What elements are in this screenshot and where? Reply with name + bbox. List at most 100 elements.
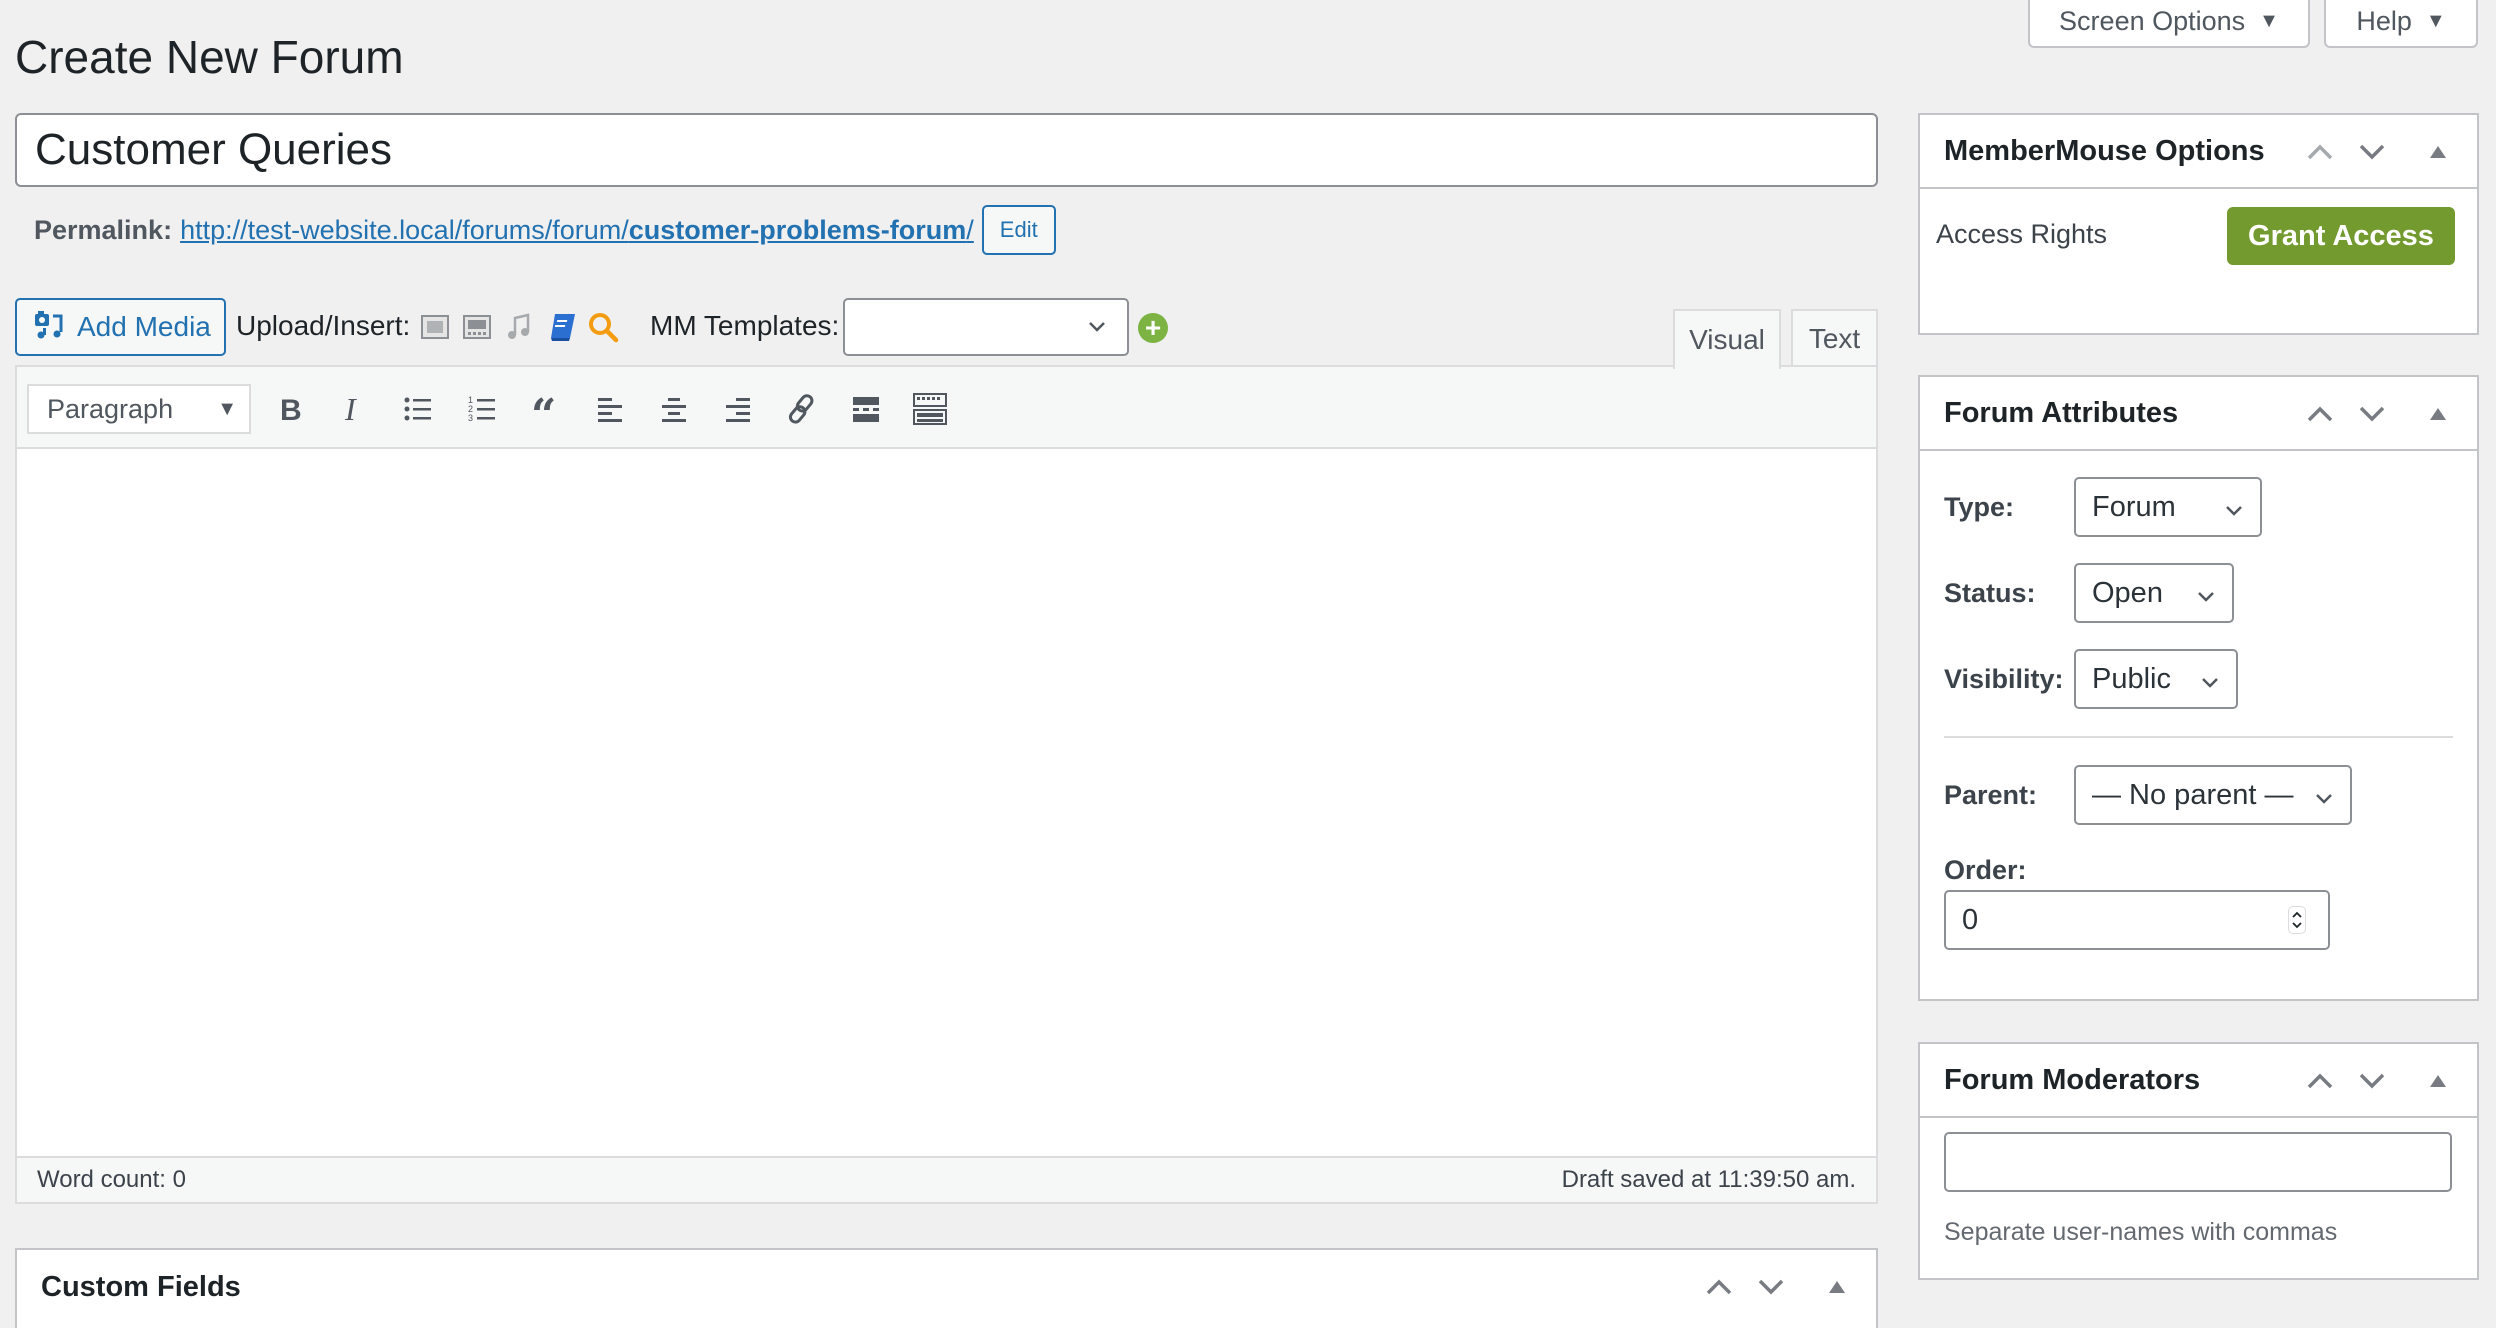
editor-content-area[interactable] (17, 451, 1876, 1156)
forum-moderators-postbox: Forum Moderators Separate user-names wit… (1918, 1042, 2479, 1280)
move-up-icon[interactable] (2303, 397, 2337, 431)
tab-visual[interactable]: Visual (1673, 309, 1781, 369)
status-select[interactable]: Open (2074, 563, 2234, 623)
chevron-down-icon (2312, 785, 2336, 818)
permalink-row: Permalink: http://test-website.local/for… (34, 205, 1056, 255)
permalink-base: http://test-website.local/forums/forum/ (180, 214, 629, 245)
caret-down-icon: ▼ (217, 398, 237, 420)
format-select-value: Paragraph (47, 393, 174, 424)
move-down-icon[interactable] (2355, 1064, 2389, 1098)
svg-text:“: “ (531, 396, 556, 422)
blockquote-icon[interactable]: “ (526, 389, 566, 429)
screen-options-button[interactable]: Screen Options ▼ (2028, 0, 2310, 48)
tab-text[interactable]: Text (1791, 309, 1878, 367)
attributes-divider (1944, 736, 2453, 738)
collapse-toggle-icon[interactable] (2421, 397, 2455, 431)
editor-status-bar: Word count: 0 Draft saved at 11:39:50 am… (17, 1156, 1876, 1202)
gallery-icon[interactable] (460, 310, 494, 344)
help-label: Help (2356, 5, 2412, 36)
access-rights-label: Access Rights (1936, 219, 2108, 249)
type-row: Type: Forum (1944, 477, 2262, 537)
align-right-icon[interactable] (718, 389, 758, 429)
search-icon[interactable] (586, 310, 620, 344)
add-media-label: Add Media (77, 311, 211, 342)
move-down-icon[interactable] (2355, 397, 2389, 431)
mm-templates-label: MM Templates: (650, 310, 840, 341)
move-down-icon[interactable] (1754, 1270, 1788, 1304)
add-template-icon[interactable]: + (1138, 313, 1168, 343)
move-up-icon[interactable] (1702, 1270, 1736, 1304)
upload-insert-label: Upload/Insert: (236, 310, 411, 341)
forum-attributes-postbox: Forum Attributes Type: Forum Status: Ope… (1918, 375, 2479, 1001)
moderators-input[interactable] (1944, 1132, 2452, 1192)
status-label: Status: (1944, 577, 2036, 608)
move-up-icon[interactable] (2303, 1064, 2337, 1098)
parent-select-value: — No parent — (2092, 778, 2294, 811)
membermouse-options-body: Access Rights Grant Access (1920, 189, 2477, 335)
read-more-icon[interactable] (846, 389, 886, 429)
visibility-row: Visibility: Public (1944, 649, 2238, 709)
word-count: Word count: 0 (37, 1166, 186, 1193)
add-media-button[interactable]: Add Media (15, 298, 226, 356)
order-label: Order: (1944, 855, 2027, 885)
book-icon[interactable] (546, 310, 580, 344)
collapse-toggle-icon[interactable] (2421, 1064, 2455, 1098)
audio-icon[interactable] (502, 310, 536, 344)
collapse-toggle-icon[interactable] (1820, 1270, 1854, 1304)
parent-label: Parent: (1944, 779, 2038, 810)
move-down-icon[interactable] (2355, 135, 2389, 169)
format-select[interactable]: Paragraph ▼ (27, 384, 251, 434)
visibility-select-value: Public (2092, 662, 2171, 695)
permalink-trailing: / (966, 214, 974, 245)
parent-select[interactable]: — No parent — (2074, 765, 2352, 825)
order-input[interactable]: 0 (1944, 890, 2330, 950)
membermouse-options-postbox: MemberMouse Options Access Rights Grant … (1918, 113, 2479, 335)
post-title-input[interactable]: Customer Queries (15, 113, 1878, 187)
svg-text:3: 3 (468, 413, 473, 423)
editor-toolbar: Paragraph ▼ B I 123 “ (17, 367, 1876, 449)
permalink-link[interactable]: http://test-website.local/forums/forum/c… (180, 215, 974, 246)
membermouse-options-title: MemberMouse Options (1944, 134, 2265, 167)
svg-text:B: B (280, 394, 302, 424)
image-icon[interactable] (418, 310, 452, 344)
help-button[interactable]: Help ▼ (2324, 0, 2478, 48)
page-title: Create New Forum (15, 31, 404, 83)
align-left-icon[interactable] (590, 389, 630, 429)
screen-options-label: Screen Options (2059, 5, 2246, 36)
number-spinner-icon[interactable] (2288, 906, 2306, 934)
link-icon[interactable] (782, 389, 822, 429)
italic-icon[interactable]: I (334, 389, 374, 429)
collapse-toggle-icon[interactable] (2421, 135, 2455, 169)
bulleted-list-icon[interactable] (398, 389, 438, 429)
custom-fields-postbox: Custom Fields (15, 1248, 1878, 1328)
chevron-down-icon (2222, 497, 2246, 530)
caret-down-icon: ▼ (2425, 9, 2446, 32)
permalink-label: Permalink: (34, 214, 173, 245)
moderators-help-text: Separate user-names with commas (1944, 1218, 2338, 1246)
visibility-select[interactable]: Public (2074, 649, 2238, 709)
edit-permalink-button[interactable]: Edit (981, 205, 1056, 255)
status-row: Status: Open (1944, 563, 2234, 623)
order-value: 0 (1962, 903, 1979, 936)
chevron-down-icon (2194, 583, 2218, 616)
add-media-icon (33, 308, 65, 347)
grant-access-button[interactable]: Grant Access (2227, 207, 2455, 265)
forum-attributes-title: Forum Attributes (1944, 396, 2179, 429)
mm-templates-select[interactable] (843, 298, 1129, 356)
numbered-list-icon[interactable]: 123 (462, 389, 502, 429)
content-editor: Paragraph ▼ B I 123 “ Word count: 0 Draf… (15, 365, 1878, 1204)
parent-row: Parent: — No parent — (1944, 765, 2352, 825)
chevron-down-icon (1085, 314, 1109, 343)
type-select-value: Forum (2092, 490, 2176, 523)
align-center-icon[interactable] (654, 389, 694, 429)
type-select[interactable]: Forum (2074, 477, 2262, 537)
caret-down-icon: ▼ (2259, 9, 2279, 32)
bold-icon[interactable]: B (270, 389, 310, 429)
permalink-slug: customer-problems-forum (628, 214, 967, 245)
custom-fields-title: Custom Fields (41, 1270, 241, 1303)
status-select-value: Open (2092, 576, 2163, 609)
toolbar-toggle-icon[interactable] (910, 389, 950, 429)
forum-moderators-title: Forum Moderators (1944, 1063, 2201, 1096)
move-up-icon[interactable] (2303, 135, 2337, 169)
svg-text:I: I (344, 394, 357, 424)
